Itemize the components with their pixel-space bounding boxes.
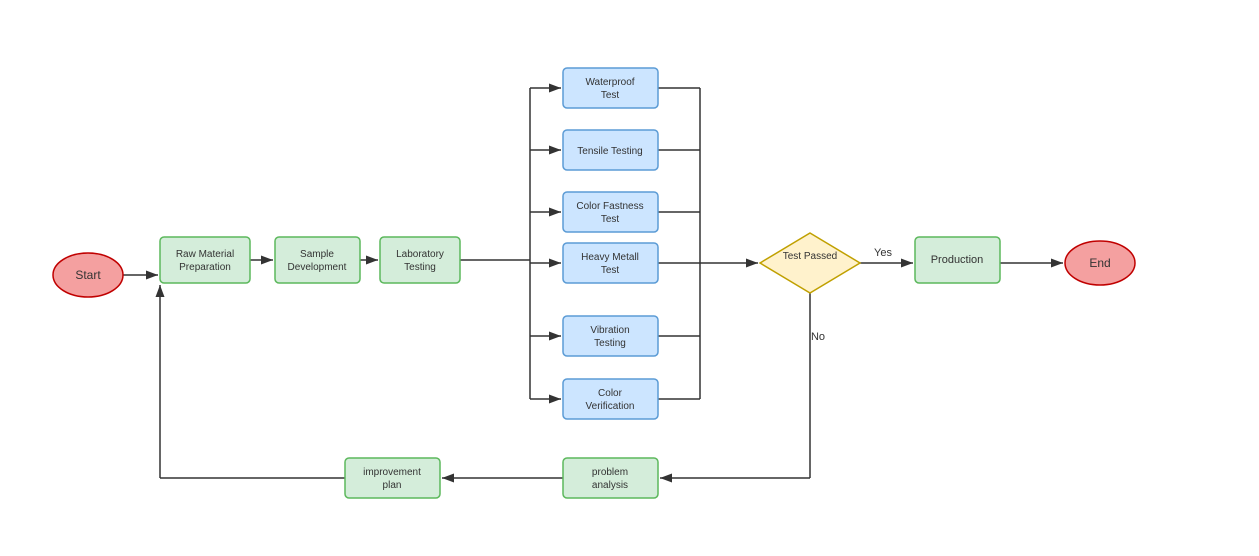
lab-testing-node xyxy=(380,237,460,283)
problem-analysis-label-1: problem xyxy=(592,467,628,478)
sample-dev-label-1: Sample xyxy=(300,249,334,260)
yes-label: Yes xyxy=(874,247,892,259)
vibration-node xyxy=(563,316,658,356)
lab-testing-label-2: Testing xyxy=(404,262,436,273)
heavymetal-label-1: Heavy Metall xyxy=(581,252,639,263)
heavymetal-node xyxy=(563,243,658,283)
end-label: End xyxy=(1089,256,1110,270)
test-passed-label-1: Test Passed xyxy=(783,251,837,262)
raw-material-node xyxy=(160,237,250,283)
improvement-plan-node xyxy=(345,458,440,498)
colorverif-node xyxy=(563,379,658,419)
problem-analysis-label-2: analysis xyxy=(592,480,628,491)
start-label: Start xyxy=(75,268,101,282)
vibration-label-1: Vibration xyxy=(590,325,629,336)
waterproof-label-1: Waterproof xyxy=(585,77,634,88)
colorverif-label-2: Verification xyxy=(586,401,635,412)
sample-dev-node xyxy=(275,237,360,283)
heavymetal-label-2: Test xyxy=(601,265,620,276)
test-passed-node xyxy=(760,233,860,293)
problem-analysis-node xyxy=(563,458,658,498)
improvement-plan-label-2: plan xyxy=(383,480,402,491)
no-label: No xyxy=(811,331,825,343)
waterproof-label-2: Test xyxy=(601,90,620,101)
vibration-label-2: Testing xyxy=(594,338,626,349)
colorfast-label-1: Color Fastness xyxy=(576,201,643,212)
production-label: Production xyxy=(931,254,984,266)
colorverif-label-1: Color xyxy=(598,388,623,399)
colorfast-label-2: Test xyxy=(601,214,620,225)
tensile-label: Tensile Testing xyxy=(577,146,642,157)
colorfast-node xyxy=(563,192,658,232)
sample-dev-label-2: Development xyxy=(288,262,347,273)
lab-testing-label-1: Laboratory xyxy=(396,249,444,260)
raw-material-label-1: Raw Material xyxy=(176,249,234,260)
raw-material-label-2: Preparation xyxy=(179,262,231,273)
waterproof-node xyxy=(563,68,658,108)
improvement-plan-label-1: improvement xyxy=(363,467,421,478)
